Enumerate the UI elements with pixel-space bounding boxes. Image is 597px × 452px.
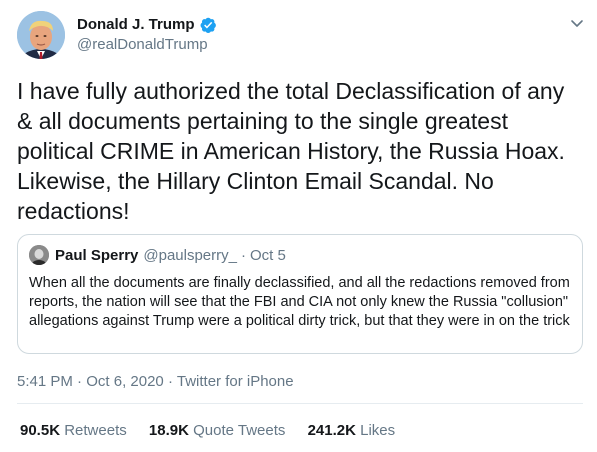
chevron-down-icon[interactable] [568,14,586,32]
quoted-author-name: Paul Sperry [55,246,139,264]
quoted-tweet-text: When all the documents are finally decla… [29,275,570,329]
tweet-stats: 90.5K Retweets 18.9K Quote Tweets 241.2K… [20,421,413,441]
tweet-time[interactable]: 5:41 PM [17,373,73,390]
author-name-row: Donald J. Trump [77,15,217,35]
likes-stat[interactable]: 241.2K Likes [308,421,396,441]
quoted-date: Oct 5 [249,246,286,264]
meta-separator: · [167,373,173,390]
likes-count: 241.2K [307,422,356,439]
quote-tweets-stat[interactable]: 18.9K Quote Tweets [149,421,285,441]
author-handle[interactable]: @realDonaldTrump [77,35,208,55]
retweets-count: 90.5K [20,422,61,439]
quoted-separator: · [240,246,246,264]
tweet-text: I have fully authorized the total Declas… [17,78,565,224]
likes-label: Likes [360,422,396,439]
quote-tweets-count: 18.9K [148,422,189,439]
quoted-author-handle: @paulsperry_ [143,246,237,264]
author-name[interactable]: Donald J. Trump [77,15,195,35]
tweet-date[interactable]: Oct 6, 2020 [86,373,164,390]
quoted-tweet-header: Paul Sperry @paulsperry_ · Oct 5 [29,245,286,265]
quote-tweets-label: Quote Tweets [193,422,286,439]
tweet-meta: 5:41 PM · Oct 6, 2020 · Twitter for iPho… [17,372,294,392]
author-avatar[interactable] [17,11,65,59]
quoted-author-avatar [29,245,49,265]
verified-badge-icon [199,16,217,34]
retweets-stat[interactable]: 90.5K Retweets [20,421,127,441]
quoted-tweet[interactable]: Paul Sperry @paulsperry_ · Oct 5 When al… [17,234,583,354]
tweet-source[interactable]: Twitter for iPhone [177,373,294,390]
retweets-label: Retweets [64,422,127,439]
divider [17,403,583,404]
meta-separator: · [77,373,83,390]
